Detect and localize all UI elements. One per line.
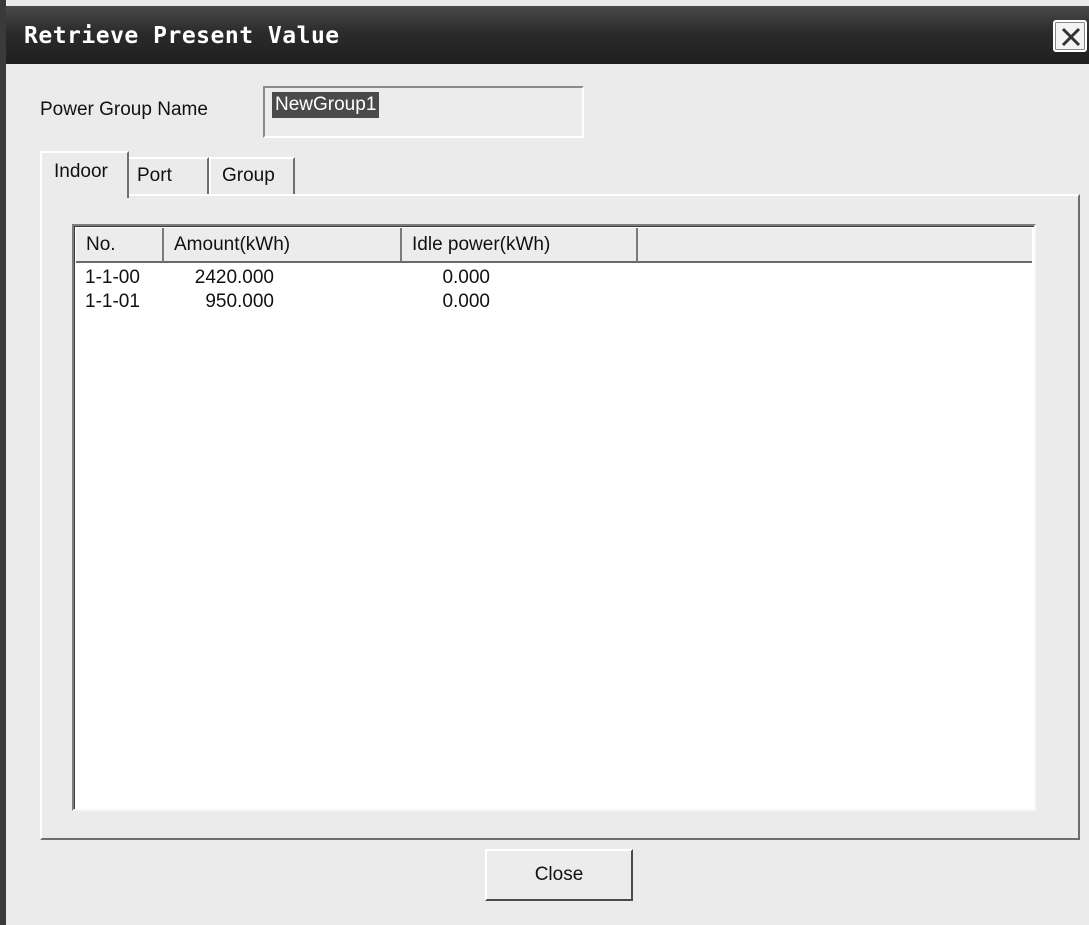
column-header-amount[interactable]: Amount(kWh) <box>164 228 402 261</box>
window-title: Retrieve Present Value <box>24 23 340 49</box>
column-header-idle-power[interactable]: Idle power(kWh) <box>402 228 638 261</box>
column-header-idle-power-label: Idle power(kWh) <box>412 234 551 255</box>
retrieve-present-value-dialog: Retrieve Present Value Power Group Name … <box>0 0 1089 925</box>
cell-idle-power: 0.000 <box>442 267 490 288</box>
cell-amount: 950.000 <box>205 291 274 312</box>
cell-no: 1-1-01 <box>85 291 140 312</box>
close-button[interactable]: Close <box>485 849 633 901</box>
indoor-power-list[interactable]: No. Amount(kWh) Idle power(kWh) 1-1-00 2… <box>72 224 1036 811</box>
tab-group-label: Group <box>222 165 275 186</box>
power-group-name-field[interactable]: NewGroup1 <box>263 86 584 138</box>
tab-indoor[interactable]: Indoor <box>40 151 129 198</box>
list-header: No. Amount(kWh) Idle power(kWh) <box>76 228 1032 263</box>
table-row[interactable]: 1-1-01 950.000 0.000 <box>76 291 1032 315</box>
tab-port-label: Port <box>137 165 172 186</box>
table-row[interactable]: 1-1-00 2420.000 0.000 <box>76 267 1032 291</box>
column-header-no[interactable]: No. <box>76 228 164 261</box>
cell-no: 1-1-00 <box>85 267 140 288</box>
cell-amount: 2420.000 <box>194 267 274 288</box>
column-header-no-label: No. <box>86 234 116 255</box>
cell-idle-power: 0.000 <box>442 291 490 312</box>
column-header-amount-label: Amount(kWh) <box>174 234 291 255</box>
close-icon[interactable] <box>1053 20 1087 52</box>
power-group-name-label: Power Group Name <box>40 99 208 120</box>
power-group-name-value[interactable]: NewGroup1 <box>272 92 380 118</box>
tab-group[interactable]: Group <box>209 157 295 194</box>
tab-indoor-label: Indoor <box>54 161 108 182</box>
title-bar[interactable]: Retrieve Present Value <box>6 6 1089 64</box>
tab-port[interactable]: Port <box>129 157 209 194</box>
